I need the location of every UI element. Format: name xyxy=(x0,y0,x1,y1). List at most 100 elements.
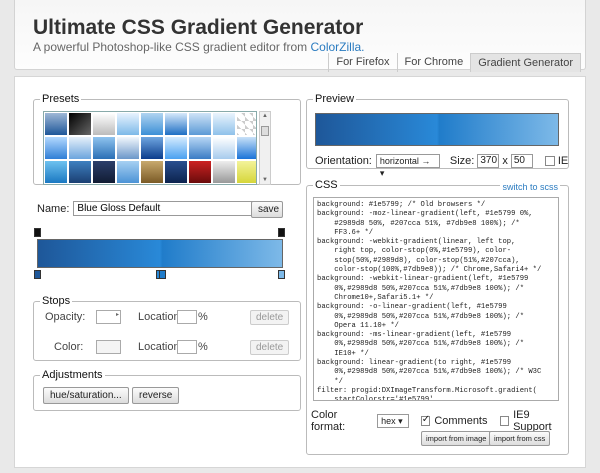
tab-gradient-generator[interactable]: Gradient Generator xyxy=(470,53,581,72)
color-stop-3[interactable] xyxy=(159,270,166,279)
opacity-label: Opacity: xyxy=(45,311,86,323)
scroll-thumb[interactable] xyxy=(261,126,269,136)
color-format-label: Color format: xyxy=(311,409,346,433)
preset-swatch[interactable] xyxy=(213,113,235,135)
adjustments-legend: Adjustments xyxy=(42,369,103,381)
height-input[interactable]: 50 xyxy=(510,154,533,168)
preset-swatch[interactable] xyxy=(237,137,256,159)
switch-to-scss-link[interactable]: switch to scss xyxy=(500,182,560,192)
preset-swatch[interactable] xyxy=(141,113,163,135)
preset-swatch[interactable] xyxy=(237,161,256,183)
ie-label: IE xyxy=(557,155,569,167)
scroll-up-icon[interactable]: ▲ xyxy=(262,113,268,119)
opacity-stop-left[interactable] xyxy=(34,228,41,237)
orientation-select[interactable]: horizontal → ▾ xyxy=(375,154,440,178)
color-format-select[interactable]: hex ▾ xyxy=(377,414,409,428)
colorzilla-link[interactable]: ColorZilla. xyxy=(310,40,364,54)
preset-swatch[interactable] xyxy=(117,113,139,135)
opacity-percent: % xyxy=(198,311,208,323)
comments-checkbox[interactable] xyxy=(420,414,431,426)
color-percent: % xyxy=(198,341,208,353)
preset-swatch[interactable] xyxy=(165,113,187,135)
ie9-checkbox[interactable] xyxy=(499,416,510,426)
main-panel: Presets ▲ ▼ Name: save Stops Opacity: ▸ … xyxy=(14,76,586,468)
size-x: x xyxy=(502,155,508,167)
ie-checkbox[interactable] xyxy=(544,156,555,166)
preset-swatch[interactable] xyxy=(69,137,91,159)
preset-swatch[interactable] xyxy=(141,137,163,159)
opacity-location-input[interactable] xyxy=(177,310,197,324)
preset-swatch[interactable] xyxy=(93,137,115,159)
preset-swatch[interactable] xyxy=(93,161,115,183)
page-subtitle: A powerful Photoshop-like CSS gradient e… xyxy=(33,40,365,54)
preset-swatch[interactable] xyxy=(189,113,211,135)
orientation-label: Orientation: xyxy=(315,155,372,167)
preset-swatch[interactable] xyxy=(45,137,67,159)
preset-swatch[interactable] xyxy=(69,161,91,183)
presets-legend: Presets xyxy=(42,93,80,105)
preset-swatch[interactable] xyxy=(69,113,91,135)
preset-swatch[interactable] xyxy=(117,161,139,183)
reverse-button[interactable]: reverse xyxy=(132,387,180,404)
name-input[interactable] xyxy=(73,201,280,216)
preset-swatch[interactable] xyxy=(213,161,235,183)
import-from-css-button[interactable]: import from css xyxy=(489,431,551,446)
color-stop-1[interactable] xyxy=(34,270,41,279)
delete-opacity-stop-button[interactable]: delete xyxy=(250,310,290,325)
preset-swatch[interactable] xyxy=(189,161,211,183)
opacity-stepper[interactable]: ▸ xyxy=(96,310,121,324)
preset-swatch[interactable] xyxy=(45,161,67,183)
delete-color-stop-button[interactable]: delete xyxy=(250,340,290,355)
css-panel: CSS switch to scss background: #1e5799; … xyxy=(306,179,569,455)
stepper-arrow-icon[interactable]: ▸ xyxy=(116,311,119,318)
preset-swatch[interactable] xyxy=(93,113,115,135)
preset-swatch[interactable] xyxy=(237,113,256,135)
color-format-value: hex xyxy=(381,416,396,426)
name-row: Name: xyxy=(37,201,280,216)
size-label: Size: xyxy=(449,155,475,167)
orientation-value: horizontal → xyxy=(379,156,431,166)
color-swatch-picker[interactable] xyxy=(96,340,121,354)
css-legend: CSS xyxy=(315,179,338,191)
tab-chrome[interactable]: For Chrome xyxy=(396,53,471,72)
preset-swatch[interactable] xyxy=(213,137,235,159)
gradient-editor-bar[interactable] xyxy=(37,239,283,268)
chevron-down-icon: ▾ xyxy=(379,168,385,178)
subtitle-text: A powerful Photoshop-like CSS gradient e… xyxy=(33,40,311,54)
preset-swatch-grid xyxy=(43,111,257,185)
preset-swatch[interactable] xyxy=(165,137,187,159)
app-header: Ultimate CSS Gradient Generator A powerf… xyxy=(14,0,586,72)
format-chevron-icon: ▾ xyxy=(398,416,403,426)
nav-tabs: For Firefox For Chrome Gradient Generato… xyxy=(328,53,581,72)
css-code-output[interactable]: background: #1e5799; /* Old browsers */ … xyxy=(313,197,559,401)
presets-scrollbar[interactable]: ▲ ▼ xyxy=(259,111,271,185)
presets-panel: Presets ▲ ▼ xyxy=(33,93,301,185)
orientation-row: Orientation: horizontal → ▾ Size: 370 x … xyxy=(315,154,569,178)
color-label: Color: xyxy=(54,341,84,353)
import-from-image-button[interactable]: import from image xyxy=(421,431,492,446)
preset-swatch[interactable] xyxy=(165,161,187,183)
ie9-label: IE9 Support xyxy=(513,409,552,433)
hue-saturation-button[interactable]: hue/saturation... xyxy=(43,387,129,404)
adjustments-panel: Adjustments hue/saturation... reverse xyxy=(33,369,301,411)
preset-swatch[interactable] xyxy=(141,161,163,183)
name-label: Name: xyxy=(37,202,70,215)
preset-swatch[interactable] xyxy=(117,137,139,159)
stops-panel: Stops Opacity: ▸ Location: % delete Colo… xyxy=(33,295,301,361)
color-format-row: Color format: hex ▾ Comments IE9 Support xyxy=(311,409,568,433)
color-location-label: Location: xyxy=(138,341,183,353)
preview-panel: Preview Orientation: horizontal → ▾ Size… xyxy=(306,93,569,178)
gradient-preview xyxy=(315,113,559,146)
opacity-stop-right[interactable] xyxy=(278,228,285,237)
scroll-down-icon[interactable]: ▼ xyxy=(262,177,268,183)
preset-swatch[interactable] xyxy=(45,113,67,135)
color-location-input[interactable] xyxy=(177,340,197,354)
preview-legend: Preview xyxy=(315,93,355,105)
width-input[interactable]: 370 xyxy=(477,154,500,168)
color-stop-4[interactable] xyxy=(278,270,285,279)
save-button[interactable]: save xyxy=(251,201,283,218)
tab-firefox[interactable]: For Firefox xyxy=(328,53,396,72)
page-title: Ultimate CSS Gradient Generator xyxy=(33,16,364,39)
opacity-location-label: Location: xyxy=(138,311,183,323)
preset-swatch[interactable] xyxy=(189,137,211,159)
